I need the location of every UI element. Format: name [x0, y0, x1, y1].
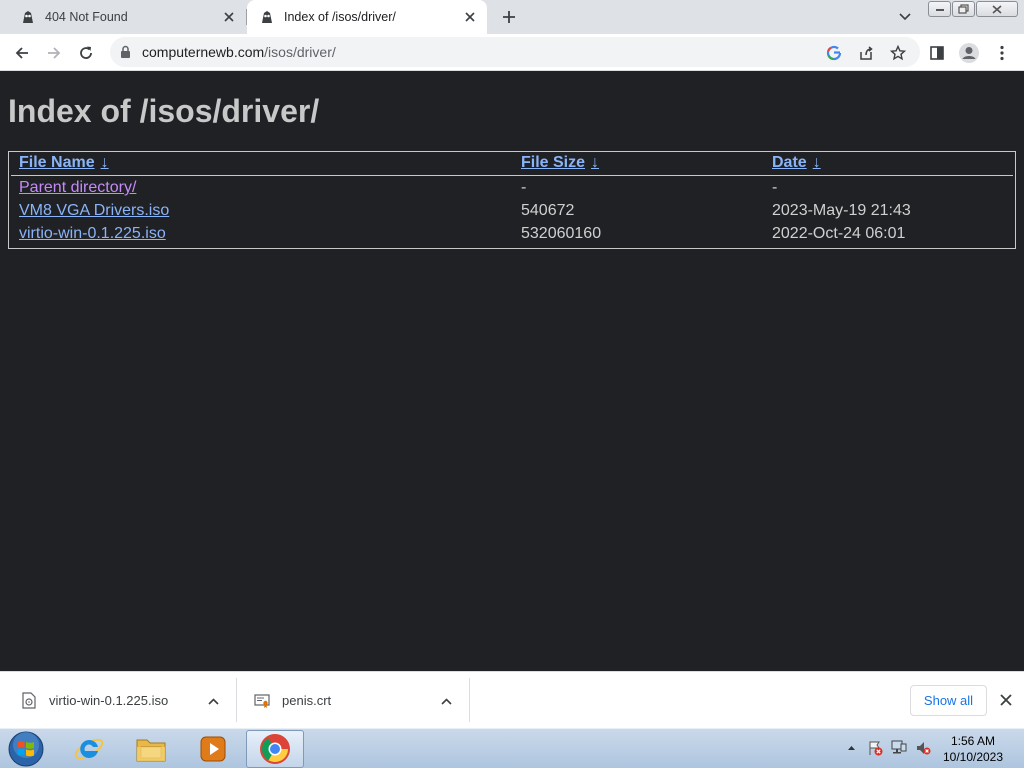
minimize-window-button[interactable] — [928, 1, 951, 17]
url-text: computernewb.com/isos/driver/ — [142, 44, 336, 60]
taskbar-internet-explorer[interactable] — [60, 730, 118, 768]
reload-button[interactable] — [72, 39, 100, 67]
file-date: - — [772, 179, 778, 196]
url-domain: computernewb.com — [142, 44, 265, 60]
taskbar-google-chrome[interactable] — [246, 730, 304, 768]
folder-icon — [136, 739, 166, 762]
column-header-date[interactable]: Date ↓ — [772, 154, 821, 172]
start-button[interactable] — [6, 730, 46, 768]
file-link-parent-directory[interactable]: Parent directory/ — [19, 179, 136, 197]
tab-title: Index of /isos/driver/ — [284, 10, 396, 24]
internet-explorer-icon — [74, 738, 104, 760]
browser-toolbar: computernewb.com/isos/driver/ — [0, 34, 1024, 71]
download-item[interactable]: virtio-win-0.1.225.iso — [22, 672, 202, 729]
restore-icon — [958, 4, 969, 14]
download-separator — [469, 678, 470, 722]
download-item[interactable]: penis.crt — [254, 672, 434, 729]
side-panel-button[interactable] — [923, 39, 951, 67]
file-link-vm8-vga-drivers[interactable]: VM8 VGA Drivers.iso — [19, 202, 169, 220]
file-size: 532060160 — [521, 225, 602, 242]
lock-icon — [121, 45, 130, 58]
close-icon — [992, 4, 1002, 14]
restore-window-button[interactable] — [952, 1, 975, 17]
windows-taskbar: 1:56 AM 10/10/2023 — [0, 728, 1024, 768]
column-label: File Name — [19, 154, 95, 171]
forward-button[interactable] — [40, 39, 68, 67]
column-label: Date — [772, 154, 807, 171]
chevron-up-icon — [207, 697, 219, 705]
chevron-down-icon — [899, 13, 911, 21]
tab-strip: 404 Not Found Index of /isos/driver/ — [0, 0, 1024, 34]
profile-button[interactable] — [955, 39, 983, 67]
download-separator — [236, 678, 237, 722]
close-window-button[interactable] — [976, 1, 1018, 17]
close-download-shelf-button[interactable] — [996, 690, 1016, 710]
volume-muted-icon[interactable] — [914, 739, 932, 757]
google-lens-icon[interactable] — [823, 42, 845, 64]
file-listing-table: File Name ↓ File Size ↓ Date ↓ Parent direc… — [8, 151, 1016, 249]
taskbar-file-explorer[interactable] — [122, 730, 180, 768]
arrow-right-icon — [48, 47, 61, 59]
file-date: 2023-May-19 21:43 — [772, 202, 911, 219]
download-shelf: virtio-win-0.1.225.iso penis.crt Show al… — [0, 671, 1024, 728]
tab-index-of-isos-driver[interactable]: Index of /isos/driver/ — [247, 0, 487, 34]
kebab-menu-icon — [1000, 45, 1004, 61]
clock-date: 10/10/2023 — [942, 750, 1004, 764]
close-icon — [1000, 694, 1012, 706]
file-date: 2022-Oct-24 06:01 — [772, 225, 906, 242]
show-all-downloads-button[interactable]: Show all — [910, 685, 987, 716]
page-content: Index of /isos/driver/ File Name ↓ File S… — [0, 72, 1024, 671]
tab-close-icon[interactable] — [460, 7, 480, 27]
system-clock[interactable]: 1:56 AM 10/10/2023 — [934, 733, 1012, 765]
side-panel-icon — [930, 46, 944, 60]
reload-icon — [80, 46, 92, 59]
site-favicon-icon — [259, 9, 275, 25]
download-options-button[interactable] — [203, 691, 223, 711]
sort-arrow-icon: ↓ — [812, 154, 821, 171]
show-hidden-icons-button[interactable] — [842, 739, 860, 757]
file-link-virtio-win[interactable]: virtio-win-0.1.225.iso — [19, 225, 166, 243]
site-favicon-icon — [20, 9, 36, 25]
avatar-icon — [959, 43, 979, 63]
column-header-file-name[interactable]: File Name ↓ — [19, 154, 109, 172]
column-header-file-size[interactable]: File Size ↓ — [521, 154, 599, 172]
taskbar-media-player[interactable] — [184, 730, 242, 768]
download-filename: penis.crt — [282, 693, 332, 708]
iso-file-icon — [22, 692, 36, 709]
page-title: Index of /isos/driver/ — [8, 93, 320, 129]
url-path: /isos/driver/ — [264, 44, 336, 60]
file-size: 540672 — [521, 202, 575, 219]
network-icon[interactable] — [890, 739, 908, 757]
tab-search-button[interactable] — [893, 6, 917, 28]
plus-icon — [503, 11, 515, 23]
certificate-file-icon — [254, 693, 270, 708]
action-center-icon[interactable] — [866, 739, 884, 757]
chrome-icon — [260, 734, 290, 764]
clock-time: 1:56 AM — [950, 734, 996, 748]
bookmark-star-icon[interactable] — [887, 42, 909, 64]
chevron-up-icon — [847, 746, 855, 750]
menu-button[interactable] — [988, 39, 1016, 67]
back-button[interactable] — [8, 39, 36, 67]
share-icon[interactable] — [855, 42, 877, 64]
header-divider — [11, 175, 1013, 176]
sort-arrow-icon: ↓ — [591, 154, 600, 171]
address-bar[interactable]: computernewb.com/isos/driver/ — [110, 37, 920, 67]
chevron-up-icon — [440, 697, 452, 705]
media-player-icon — [200, 736, 226, 762]
windows-start-orb-icon — [8, 731, 44, 767]
minimize-icon — [935, 9, 944, 11]
sort-arrow-icon: ↓ — [100, 154, 109, 171]
download-filename: virtio-win-0.1.225.iso — [49, 693, 169, 708]
new-tab-button[interactable] — [497, 5, 521, 29]
file-size: - — [521, 179, 527, 196]
column-label: File Size — [521, 154, 586, 171]
tab-close-icon[interactable] — [219, 7, 239, 27]
arrow-left-icon — [15, 47, 28, 59]
tab-404-not-found[interactable]: 404 Not Found — [8, 0, 246, 34]
download-options-button[interactable] — [436, 691, 456, 711]
tab-title: 404 Not Found — [45, 10, 128, 24]
